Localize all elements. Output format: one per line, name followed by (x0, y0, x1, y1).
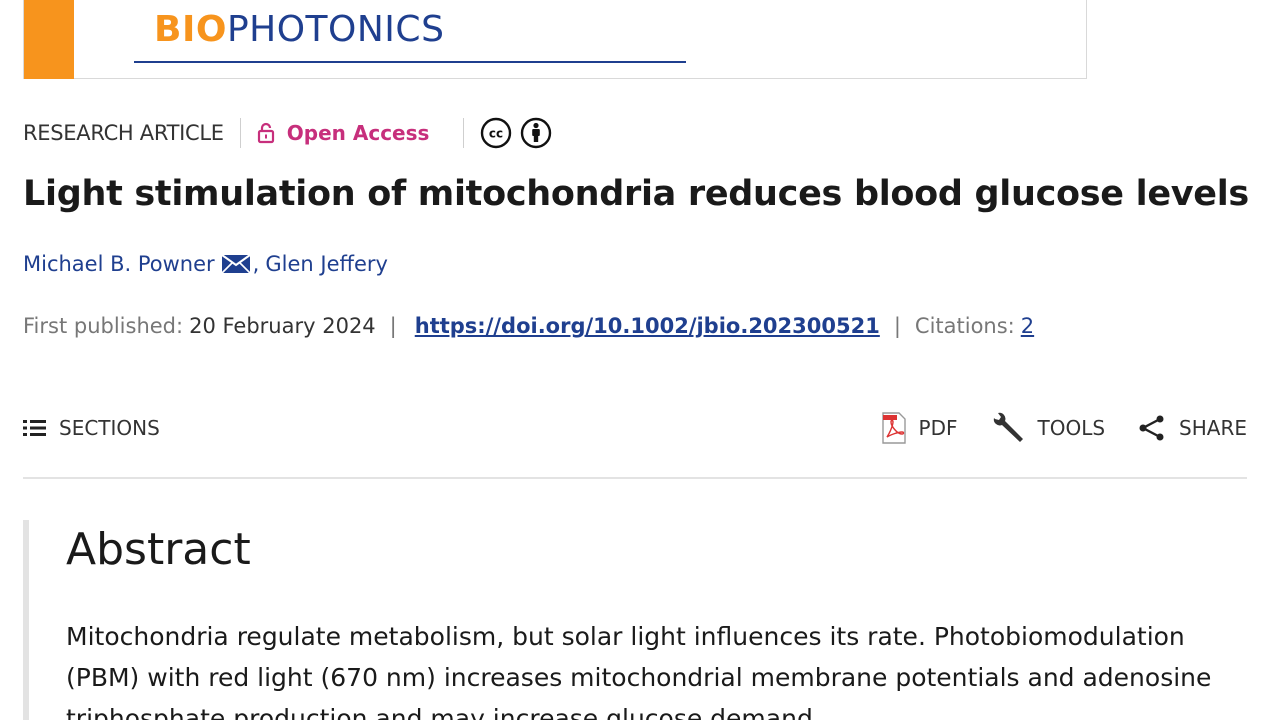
pdf-file-icon (881, 412, 906, 444)
pdf-button[interactable]: PDF (881, 412, 958, 444)
divider: | (389, 314, 397, 338)
open-access-label: Open Access (286, 121, 430, 145)
citations-count-link[interactable]: 2 (1021, 314, 1034, 338)
article-title: Light stimulation of mitochondria reduce… (23, 174, 1249, 214)
unlocked-padlock-icon (257, 122, 274, 144)
abstract-heading: Abstract (66, 524, 251, 575)
sections-button[interactable]: SECTIONS (23, 416, 160, 440)
author-list: Michael B. Powner , Glen Jeffery (23, 252, 388, 276)
banner-accent-stripe (24, 0, 74, 79)
share-button[interactable]: SHARE (1137, 413, 1247, 443)
doi-link[interactable]: https://doi.org/10.1002/jbio.202300521 (415, 314, 880, 338)
license-icons[interactable]: cc (480, 117, 552, 149)
open-access-badge[interactable]: Open Access (257, 121, 430, 145)
publication-info: First published: 20 February 2024 | http… (23, 314, 1034, 338)
share-label: SHARE (1179, 416, 1247, 440)
journal-logo: BIOPHOTONICS (154, 10, 444, 50)
article-meta-row: RESEARCH ARTICLE Open Access cc (23, 117, 552, 149)
abstract-section: Abstract Mitochondria regulate metabolis… (23, 520, 1247, 720)
journal-name-part2: PHOTONICS (226, 9, 445, 50)
journal-name-part1: BIO (154, 9, 227, 50)
creative-commons-icon: cc (481, 117, 512, 149)
toolbar-divider (23, 477, 1247, 479)
attribution-icon (521, 117, 552, 149)
first-published-label: First published: (23, 314, 184, 338)
wrench-icon (993, 412, 1023, 442)
sections-label: SECTIONS (59, 416, 160, 440)
article-toolbar: SECTIONS PDF TOOLS SHARE (23, 410, 1247, 446)
first-published-date: 20 February 2024 (189, 314, 376, 338)
tools-button[interactable]: TOOLS (990, 412, 1106, 444)
author-link[interactable]: Glen Jeffery (265, 252, 388, 276)
divider (463, 118, 465, 148)
abstract-text: Mitochondria regulate metabolism, but so… (66, 622, 1212, 720)
banner-underline (134, 61, 686, 63)
article-type: RESEARCH ARTICLE (23, 121, 224, 145)
list-icon (23, 420, 46, 436)
author-separator: , (252, 252, 260, 276)
svg-text:cc: cc (489, 127, 503, 141)
share-icon (1139, 415, 1164, 441)
pdf-label: PDF (918, 416, 958, 440)
author-link[interactable]: Michael B. Powner (23, 252, 215, 276)
divider: | (893, 314, 901, 338)
divider (239, 118, 241, 148)
journal-banner[interactable]: BIOPHOTONICS (23, 0, 1087, 79)
citations-label: Citations: (914, 314, 1015, 338)
tools-label: TOOLS (1037, 416, 1106, 440)
email-icon[interactable] (221, 254, 251, 274)
